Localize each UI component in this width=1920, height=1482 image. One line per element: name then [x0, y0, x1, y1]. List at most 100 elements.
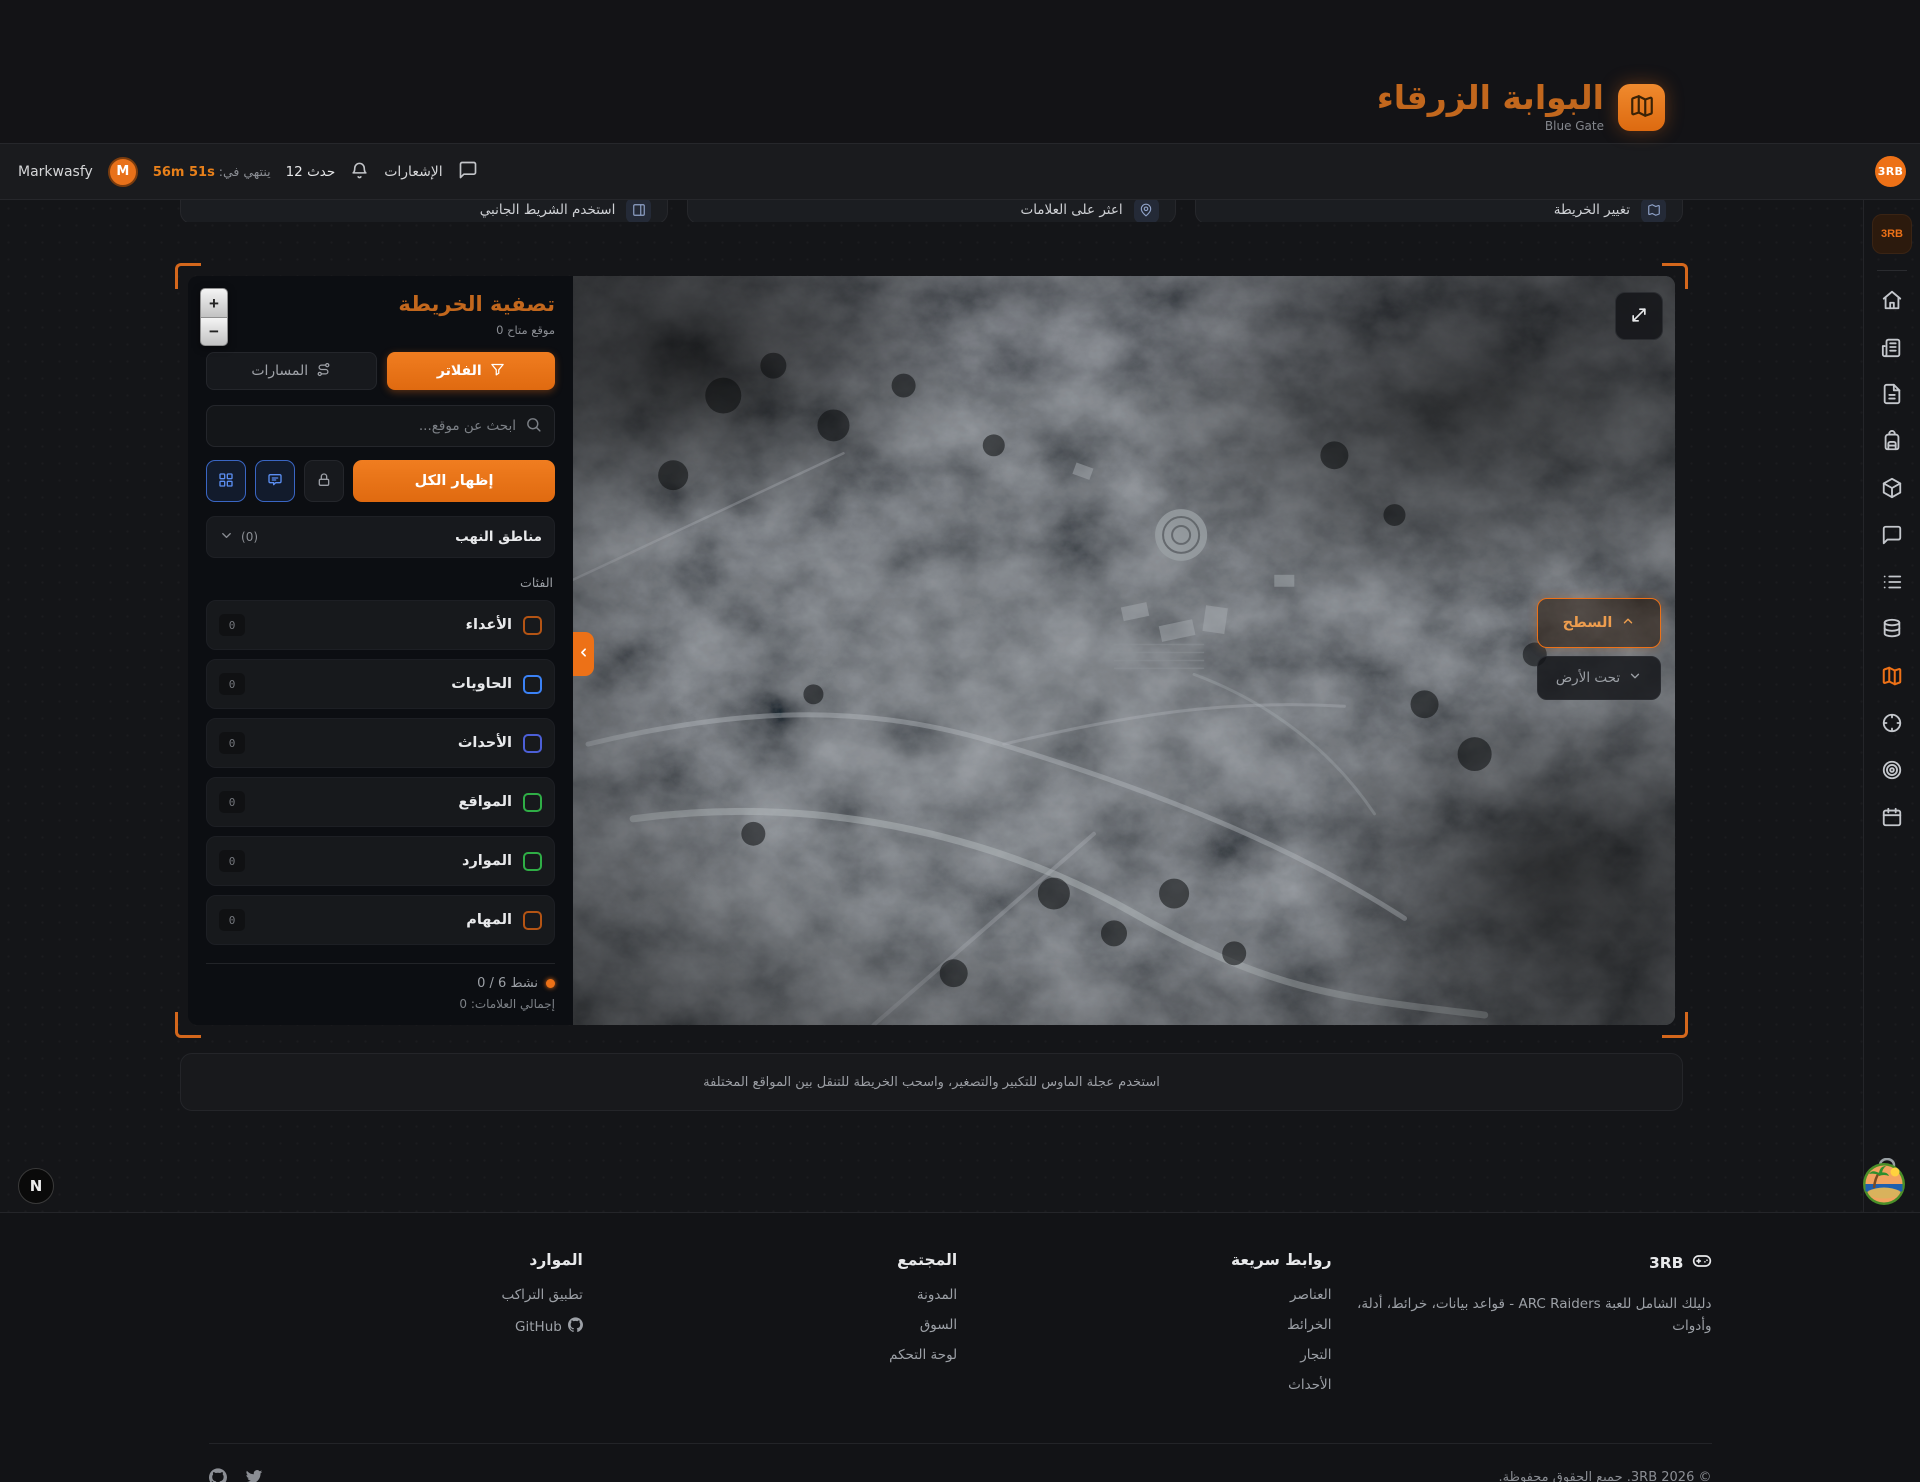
active-summary: 0 / 6 نشط [477, 976, 538, 991]
page-subtitle: Blue Gate [1377, 119, 1604, 133]
footer-link-items[interactable]: العناصر [957, 1287, 1331, 1303]
route-icon [316, 362, 331, 381]
show-all-button[interactable]: إظهار الكل [353, 460, 555, 502]
category-row-containers[interactable]: الحاويات 0 [206, 659, 555, 709]
loot-zones-label: مناطق النهب [455, 529, 542, 545]
category-label: المواقع [458, 794, 512, 810]
list-icon[interactable] [1881, 571, 1903, 593]
loot-zones-meta: (0) [219, 528, 258, 546]
map-chip-icon [1641, 200, 1666, 222]
category-count: 0 [219, 732, 245, 754]
timer-value: 56m 51s [153, 165, 215, 180]
checkbox[interactable] [523, 911, 542, 930]
chat-icon [458, 160, 478, 183]
category-row-locations[interactable]: المواقع 0 [206, 777, 555, 827]
chat-bubble-icon[interactable] [1881, 524, 1903, 546]
underground-layer-button[interactable]: تحت الأرض [1537, 656, 1661, 700]
tab-filters[interactable]: الفلاتر [387, 352, 556, 390]
footer-link-overlay-app[interactable]: تطبيق التراكب [209, 1287, 583, 1303]
island-medal-icon[interactable] [1860, 1158, 1908, 1206]
github-label: GitHub [515, 1319, 562, 1335]
chat-button[interactable] [458, 160, 478, 183]
avatar[interactable]: M [108, 157, 138, 187]
footer-brand-description: دليلك الشامل للعبة ARC Raiders - قواعد ب… [1332, 1293, 1712, 1338]
calendar-icon[interactable] [1881, 806, 1903, 828]
category-row-enemies[interactable]: الأعداء 0 [206, 600, 555, 650]
labels-toggle-button[interactable] [255, 460, 295, 502]
footer-link-github[interactable]: GitHub [515, 1317, 583, 1336]
events-count[interactable]: 12 حدث [286, 164, 336, 180]
map-logo-button[interactable] [1618, 84, 1665, 131]
app-footer: 3RB دليلك الشامل للعبة ARC Raiders - قوا… [0, 1212, 1920, 1482]
satellite-map-image [573, 276, 1675, 1025]
lock-button[interactable] [304, 460, 344, 502]
zoom-in-button[interactable]: + [200, 288, 228, 317]
map-canvas[interactable]: السطح تحت الأرض [573, 276, 1675, 1025]
zoom-out-button[interactable]: − [200, 317, 228, 346]
database-icon[interactable] [1881, 618, 1903, 640]
brand-text: البوابة الزرقاء Blue Gate [1377, 81, 1604, 133]
footer-link-events[interactable]: الأحداث [957, 1377, 1331, 1393]
tab-routes[interactable]: المسارات [206, 352, 377, 390]
total-markers: إجمالي العلامات: 0 [206, 997, 555, 1011]
document-icon[interactable] [1881, 383, 1903, 405]
chevron-left-icon [577, 646, 590, 662]
loot-zones-count: (0) [241, 530, 258, 544]
location-search-input[interactable] [219, 418, 516, 434]
footer-link-dashboard[interactable]: لوحة التحكم [583, 1347, 957, 1363]
footer-community-col: المجتمع المدونة السوق لوحة التحكم [583, 1251, 957, 1407]
loot-zones-accordion[interactable]: مناطق النهب (0) [206, 516, 555, 558]
copyright: © 2026 3RB. جميع الحقوق محفوظة. [1499, 1470, 1712, 1482]
brand: البوابة الزرقاء Blue Gate [1377, 81, 1665, 133]
3rb-logo-circle[interactable]: 3RB [1875, 156, 1906, 187]
category-label: الأعداء [466, 617, 512, 633]
panel-collapse-button[interactable] [573, 632, 594, 676]
footer-link-blog[interactable]: المدونة [583, 1287, 957, 1303]
github-social-icon[interactable] [209, 1468, 227, 1482]
top-cards-row: تغيير الخريطة اعثر على العلامات استخدم ا… [180, 200, 1683, 222]
map-pin-chip-icon [1134, 200, 1159, 222]
grid-toggle-button[interactable] [206, 460, 246, 502]
map-nav-icon[interactable] [1881, 665, 1903, 687]
twitter-icon[interactable] [245, 1468, 263, 1482]
surface-layer-button[interactable]: السطح [1537, 598, 1661, 648]
target-icon[interactable] [1881, 759, 1903, 781]
zoom-control: + − [200, 288, 228, 346]
app-header: البوابة الزرقاء Blue Gate [0, 0, 1920, 143]
expand-icon [1629, 305, 1649, 328]
category-label: الحاويات [451, 676, 512, 692]
sidebar-3rb-button[interactable]: 3RB [1872, 214, 1912, 254]
gamepad-icon [1692, 1251, 1712, 1275]
news-icon[interactable] [1881, 336, 1903, 358]
lock-icon [316, 472, 332, 491]
social-links [209, 1468, 263, 1482]
checkbox[interactable] [523, 675, 542, 694]
notifications-link[interactable]: الإشعارات [384, 164, 442, 180]
footer-link-maps[interactable]: الخرائط [957, 1317, 1331, 1333]
search-box [206, 405, 555, 447]
crosshair-icon[interactable] [1881, 712, 1903, 734]
fullscreen-button[interactable] [1615, 292, 1663, 340]
map-hint-text: استخدم عجلة الماوس للتكبير والتصغير، واس… [703, 1075, 1160, 1090]
underground-label: تحت الأرض [1556, 670, 1620, 686]
label-bubble-icon [267, 472, 283, 491]
home-icon[interactable] [1881, 289, 1903, 311]
card-label: اعثر على العلامات [1020, 202, 1122, 218]
category-row-resources[interactable]: الموارد 0 [206, 836, 555, 886]
checkbox[interactable] [523, 616, 542, 635]
username[interactable]: Markwasfy [18, 164, 93, 180]
footer-link-market[interactable]: السوق [583, 1317, 957, 1333]
checkbox[interactable] [523, 734, 542, 753]
category-row-tasks[interactable]: المهام 0 [206, 895, 555, 945]
backpack-icon[interactable] [1881, 430, 1903, 452]
footer-col-title: روابط سريعة [957, 1251, 1331, 1269]
package-icon[interactable] [1881, 477, 1903, 499]
page: البوابة الزرقاء Blue Gate 3RB الإشعارات … [0, 0, 1920, 1482]
dev-tools-badge[interactable]: N [18, 1168, 54, 1204]
checkbox[interactable] [523, 793, 542, 812]
footer-quick-links-col: روابط سريعة العناصر الخرائط التجار الأحد… [957, 1251, 1331, 1407]
footer-link-traders[interactable]: التجار [957, 1347, 1331, 1363]
checkbox[interactable] [523, 852, 542, 871]
category-row-events[interactable]: الأحداث 0 [206, 718, 555, 768]
bell-button[interactable] [350, 161, 369, 183]
